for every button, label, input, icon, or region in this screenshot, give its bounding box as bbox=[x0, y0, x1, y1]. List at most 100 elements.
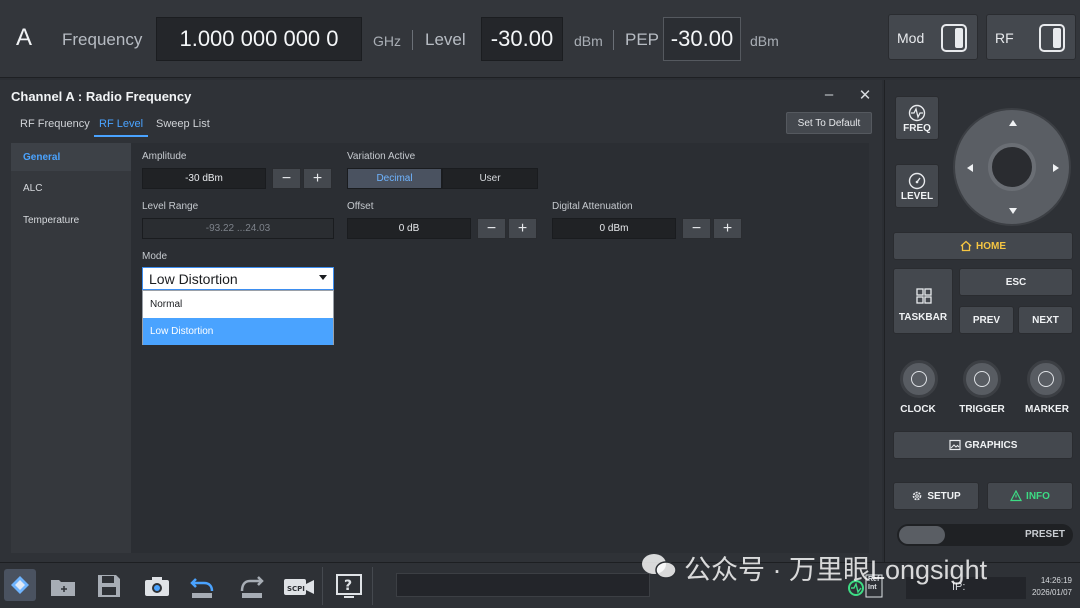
next-button[interactable]: NEXT bbox=[1018, 306, 1073, 334]
marker-button[interactable] bbox=[1027, 360, 1065, 398]
redo-icon[interactable] bbox=[236, 571, 266, 601]
digital-attenuation-decrement-button[interactable]: − bbox=[682, 218, 711, 239]
arrow-left-icon[interactable] bbox=[967, 164, 973, 172]
info-button[interactable]: INFO bbox=[987, 482, 1073, 510]
taskbar-divider bbox=[322, 567, 323, 605]
gear-icon bbox=[913, 491, 922, 501]
level-range-field: -93.22 ...24.03 bbox=[142, 218, 334, 239]
taskbar-button[interactable]: TASKBAR bbox=[893, 268, 953, 334]
clock-icon bbox=[911, 371, 927, 387]
tab-sweep-list[interactable]: Sweep List bbox=[156, 118, 210, 135]
freq-icon bbox=[908, 104, 926, 122]
toggle-switch-icon bbox=[1039, 24, 1065, 52]
home-icon bbox=[960, 240, 972, 252]
pep-unit: dBm bbox=[750, 33, 779, 49]
header-divider bbox=[412, 30, 413, 50]
graphics-button[interactable]: GRAPHICS bbox=[893, 431, 1073, 459]
minimize-button[interactable]: – bbox=[820, 86, 838, 103]
esc-button[interactable]: ESC bbox=[959, 268, 1073, 296]
variation-decimal-option[interactable]: Decimal bbox=[347, 168, 442, 189]
level-button[interactable]: LEVEL bbox=[895, 164, 939, 208]
preset-slider[interactable]: PRESET bbox=[897, 524, 1073, 546]
setup-button[interactable]: SETUP bbox=[893, 482, 979, 510]
variation-user-option[interactable]: User bbox=[442, 168, 538, 189]
mode-selected-value: Low Distortion bbox=[149, 270, 238, 287]
scpi-recorder-icon[interactable]: SCPI bbox=[282, 571, 316, 601]
set-to-default-button[interactable]: Set To Default bbox=[786, 112, 872, 134]
trigger-icon bbox=[974, 371, 990, 387]
direction-pad[interactable] bbox=[953, 108, 1071, 226]
mode-select[interactable]: Low Distortion bbox=[142, 267, 334, 290]
frequency-unit: GHz bbox=[373, 33, 401, 49]
dialog-title: Channel A : Radio Frequency bbox=[11, 89, 192, 104]
home-label: HOME bbox=[976, 240, 1006, 252]
setup-label: SETUP bbox=[927, 490, 961, 502]
level-label: Level bbox=[425, 30, 466, 49]
mode-option-low-distortion[interactable]: Low Distortion bbox=[143, 318, 333, 345]
digital-attenuation-increment-button[interactable]: + bbox=[713, 218, 742, 239]
level-label: LEVEL bbox=[900, 191, 934, 202]
save-icon[interactable] bbox=[94, 571, 124, 601]
system-clock: 14:26:19 2026/01/07 bbox=[1032, 575, 1072, 599]
amplitude-label: Amplitude bbox=[142, 151, 187, 162]
prev-button[interactable]: PREV bbox=[959, 306, 1014, 334]
amplitude-decrement-button[interactable]: − bbox=[272, 168, 301, 189]
amplitude-input[interactable]: -30 dBm bbox=[142, 168, 266, 189]
close-button[interactable]: ✕ bbox=[856, 86, 874, 104]
diamond-logo-icon bbox=[11, 576, 29, 594]
freq-label: FREQ bbox=[903, 123, 931, 134]
offset-increment-button[interactable]: + bbox=[508, 218, 537, 239]
trigger-label: TRIGGER bbox=[959, 404, 1005, 415]
rf-toggle-button[interactable]: RF bbox=[986, 14, 1076, 60]
taskbar-label: TASKBAR bbox=[898, 312, 948, 323]
freq-button[interactable]: FREQ bbox=[895, 96, 939, 140]
hardkey-panel: FREQ LEVEL HOME TASKBAR ESC PREV NEXT CL… bbox=[884, 80, 1080, 562]
mode-option-normal[interactable]: Normal bbox=[143, 291, 333, 318]
nav-item-general[interactable]: General bbox=[11, 143, 131, 171]
mode-dropdown-list: Normal Low Distortion bbox=[142, 290, 334, 345]
top-header: A Frequency 1.000 000 000 0 GHz Level -3… bbox=[0, 0, 1080, 78]
mode-label: Mode bbox=[142, 251, 168, 262]
digital-attenuation-input[interactable]: 0 dBm bbox=[552, 218, 676, 239]
variation-active-label: Variation Active bbox=[347, 151, 416, 162]
arrow-right-icon[interactable] bbox=[1053, 164, 1059, 172]
tab-rf-level[interactable]: RF Level bbox=[94, 118, 149, 137]
undo-icon[interactable] bbox=[188, 571, 218, 601]
grid-icon bbox=[916, 288, 932, 304]
frequency-value-field[interactable]: 1.000 000 000 0 bbox=[156, 17, 362, 61]
svg-text:?: ? bbox=[344, 578, 352, 594]
level-value-field[interactable]: -30.00 bbox=[481, 17, 563, 61]
gauge-icon bbox=[908, 172, 926, 190]
toggle-switch-icon bbox=[941, 24, 967, 52]
mod-toggle-button[interactable]: Mod bbox=[888, 14, 978, 60]
graphics-label: GRAPHICS bbox=[964, 439, 1018, 451]
home-button[interactable]: HOME bbox=[893, 232, 1073, 260]
camera-icon[interactable] bbox=[142, 571, 172, 601]
radio-frequency-dialog: Channel A : Radio Frequency – ✕ RF Frequ… bbox=[0, 80, 882, 562]
tab-rf-frequency[interactable]: RF Frequency bbox=[20, 118, 90, 135]
clock-label: CLOCK bbox=[900, 404, 936, 415]
amplitude-increment-button[interactable]: + bbox=[303, 168, 332, 189]
trigger-button[interactable] bbox=[963, 360, 1001, 398]
offset-decrement-button[interactable]: − bbox=[477, 218, 506, 239]
arrow-up-icon[interactable] bbox=[1009, 120, 1017, 126]
wechat-logo-icon bbox=[642, 554, 677, 579]
folder-icon[interactable] bbox=[48, 571, 78, 601]
nav-item-temperature[interactable]: Temperature bbox=[11, 206, 131, 234]
rf-label: RF bbox=[995, 30, 1014, 46]
help-icon[interactable]: ? bbox=[334, 571, 364, 601]
nav-item-alc[interactable]: ALC bbox=[11, 174, 131, 202]
status-message-bar bbox=[396, 573, 650, 597]
rotary-knob[interactable] bbox=[988, 143, 1036, 191]
clock-time: 14:26:19 bbox=[1040, 576, 1072, 585]
image-icon bbox=[948, 439, 961, 451]
clock-button[interactable] bbox=[900, 360, 938, 398]
settings-nav-panel: General ALC Temperature bbox=[11, 143, 131, 553]
preset-slider-handle[interactable] bbox=[899, 526, 945, 544]
arrow-down-icon[interactable] bbox=[1009, 208, 1017, 214]
svg-text:SCPI: SCPI bbox=[287, 585, 305, 593]
start-menu-button[interactable] bbox=[4, 569, 36, 601]
watermark-text: 公众号 · 万里眼Longsight bbox=[684, 555, 988, 585]
offset-input[interactable]: 0 dB bbox=[347, 218, 471, 239]
header-divider bbox=[613, 30, 614, 50]
